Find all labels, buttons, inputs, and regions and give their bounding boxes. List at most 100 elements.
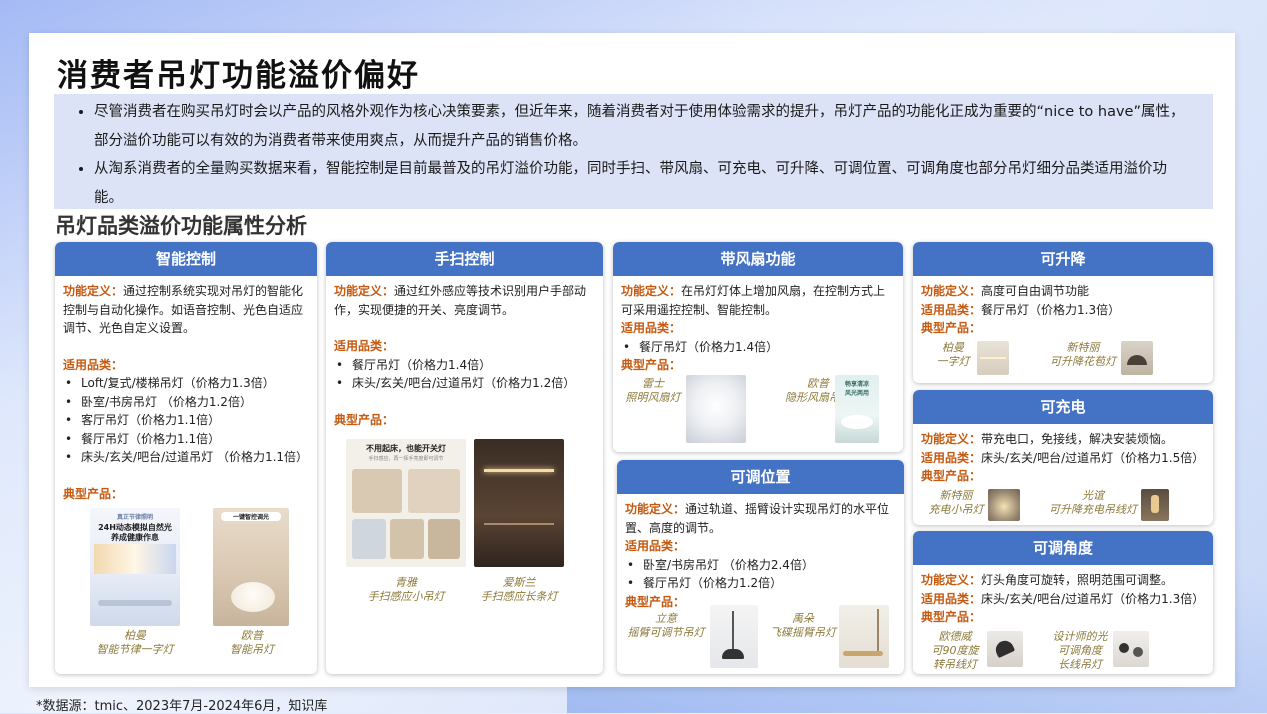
product-image (977, 341, 1009, 375)
product-caption: 立意 摇臂可调节吊灯 (627, 612, 705, 639)
card-body: 功能定义：带充电口，免接线，解决安装烦恼。 适用品类：床头/玄关/吧台/过道吊灯… (913, 424, 1213, 486)
card-title: 可调角度 (913, 531, 1213, 565)
category: 适用品类：床头/玄关/吧台/过道吊灯（价格力1.5倍） (921, 449, 1205, 468)
category-text: 床头/玄关/吧台/过道吊灯（价格力1.3倍） (981, 591, 1205, 606)
category-label: 适用品类： (625, 539, 686, 553)
definition: 功能定义：通过红外感应等技术识别用户手部动作，实现便捷的开关、亮度调节。 (334, 282, 595, 319)
definition: 功能定义：灯头角度可旋转，照明范围可调整。 (921, 571, 1205, 590)
section-subtitle: 吊灯品类溢价功能属性分析 (55, 214, 307, 238)
definition: 功能定义：通过控制系统实现对吊灯的智能化控制与自动化操作。如语音控制、光色自适应… (63, 282, 309, 338)
product-image (686, 375, 746, 443)
definition: 功能定义：高度可自由调节功能 (921, 282, 1205, 301)
definition: 功能定义：通过轨道、摇臂设计实现吊灯的水平位置、高度的调节。 (625, 500, 896, 537)
product-image (1113, 631, 1149, 667)
definition-label: 功能定义： (921, 284, 982, 298)
product-label: 典型产品： (921, 321, 982, 335)
card-smart-control: 智能控制 功能定义：通过控制系统实现对吊灯的智能化控制与自动化操作。如语音控制、… (55, 242, 317, 674)
category-label: 适用品类： (921, 450, 982, 465)
category-item: 床头/玄关/吧台/过道吊灯（价格力1.2倍） (334, 374, 595, 393)
data-source-note: *数据源：tmic、2023年7月-2024年6月，知识库 (36, 699, 328, 714)
category-list: 餐厅吊灯（价格力1.4倍） 床头/玄关/吧台/过道吊灯（价格力1.2倍） (334, 356, 595, 393)
definition-label: 功能定义： (921, 432, 982, 446)
product-caption: 设计师的光 可调角度 长线吊灯 (1052, 630, 1108, 671)
definition-text: 灯头角度可旋转，照明范围可调整。 (981, 573, 1174, 587)
product-caption: 欧普 智能吊灯 (230, 629, 274, 656)
card-title: 可调位置 (617, 460, 904, 494)
product-caption: 爱斯兰 手扫感应长条灯 (480, 576, 558, 603)
product-caption: 欧德威 可90度旋 转吊线灯 (931, 630, 979, 671)
product-image (839, 605, 889, 668)
definition-label: 功能定义： (625, 502, 686, 516)
card-body: 功能定义：通过红外感应等技术识别用户手部动作，实现便捷的开关、亮度调节。 适用品… (326, 276, 603, 429)
product-caption: 雷士 照明风扇灯 (625, 377, 681, 404)
product-label: 典型产品： (621, 358, 682, 372)
product-image (987, 631, 1023, 667)
definition-text: 带充电口，免接线，解决安装烦恼。 (981, 432, 1174, 446)
product-caption: 禹朵 飞碟摇臂吊灯 (770, 612, 836, 639)
card-hand-sweep-control: 手扫控制 功能定义：通过红外感应等技术识别用户手部动作，实现便捷的开关、亮度调节… (326, 242, 603, 674)
card-adjustable-position: 可调位置 功能定义：通过轨道、摇臂设计实现吊灯的水平位置、高度的调节。 适用品类… (617, 460, 904, 674)
category: 适用品类：餐厅吊灯（价格力1.3倍） (921, 301, 1205, 320)
product-image (988, 489, 1020, 521)
card-liftable: 可升降 功能定义：高度可自由调节功能 适用品类：餐厅吊灯（价格力1.3倍） 典型… (913, 242, 1213, 383)
category-label: 适用品类： (334, 339, 395, 353)
category-text: 床头/玄关/吧台/过道吊灯（价格力1.5倍） (981, 450, 1205, 465)
card-body: 功能定义：灯头角度可旋转，照明范围可调整。 适用品类：床头/玄关/吧台/过道吊灯… (913, 565, 1213, 627)
card-body: 功能定义：通过控制系统实现对吊灯的智能化控制与自动化操作。如语音控制、光色自适应… (55, 276, 317, 503)
product-image (710, 605, 758, 668)
card-fan-function: 带风扇功能 功能定义：在吊灯灯体上增加风扇，在控制方式上可采用遥控控制、智能控制… (613, 242, 903, 452)
product-image: 畅享清凉 风光两用 (835, 375, 879, 443)
category-label: 适用品类： (621, 321, 682, 335)
category: 适用品类：床头/玄关/吧台/过道吊灯（价格力1.3倍） (921, 590, 1205, 609)
category-item: 床头/玄关/吧台/过道吊灯 （价格力1.1倍） (63, 448, 309, 467)
summary-item: 从淘系消费者的全量购买数据来看，智能控制是目前最普及的吊灯溢价功能，同时手扫、带… (94, 155, 1193, 212)
category-list: 卧室/书房吊灯 （价格力2.4倍） 餐厅吊灯（价格力1.2倍） (625, 556, 896, 593)
card-title: 智能控制 (55, 242, 317, 276)
product-label: 典型产品： (921, 610, 982, 624)
summary-box: 尽管消费者在购买吊灯时会以产品的风格外观作为核心决策要素，但近年来，随着消费者对… (54, 94, 1213, 209)
card-title: 可充电 (913, 390, 1213, 424)
card-title: 带风扇功能 (613, 242, 903, 276)
summary-list: 尽管消费者在购买吊灯时会以产品的风格外观作为核心决策要素，但近年来，随着消费者对… (54, 94, 1213, 212)
category-item: 餐厅吊灯（价格力1.1倍） (63, 430, 309, 449)
card-title: 可升降 (913, 242, 1213, 276)
product-image: 一键智控调光 (213, 508, 289, 626)
definition: 功能定义：在吊灯灯体上增加风扇，在控制方式上可采用遥控控制、智能控制。 (621, 282, 895, 319)
definition-label: 功能定义： (921, 573, 982, 587)
category-text: 餐厅吊灯（价格力1.3倍） (981, 302, 1121, 317)
page-title: 消费者吊灯功能溢价偏好 (57, 58, 420, 94)
product-image: 真正节律照明 24H动态模拟自然光 养成健康作息 (90, 508, 180, 626)
category-item: 餐厅吊灯（价格力1.4倍） (334, 356, 595, 375)
category-item: 餐厅吊灯（价格力1.2倍） (625, 574, 896, 593)
definition-label: 功能定义： (334, 284, 395, 298)
definition: 功能定义：带充电口，免接线，解决安装烦恼。 (921, 430, 1205, 449)
definition-label: 功能定义： (63, 284, 124, 298)
category-label: 适用品类： (63, 357, 124, 372)
category-item: 餐厅吊灯（价格力1.4倍） (621, 338, 895, 357)
card-body: 功能定义：高度可自由调节功能 适用品类：餐厅吊灯（价格力1.3倍） 典型产品： (913, 276, 1213, 338)
card-body: 功能定义：在吊灯灯体上增加风扇，在控制方式上可采用遥控控制、智能控制。 适用品类… (613, 276, 903, 375)
category-item: 卧室/书房吊灯 （价格力2.4倍） (625, 556, 896, 575)
category-item: 卧室/书房吊灯 （价格力1.2倍） (63, 393, 309, 412)
product-caption: 新特丽 可升降花苞灯 (1050, 341, 1116, 368)
category-list: 餐厅吊灯（价格力1.4倍） (621, 338, 895, 357)
category-label: 适用品类： (921, 591, 982, 606)
category-list: Loft/复式/楼梯吊灯（价格力1.3倍） 卧室/书房吊灯 （价格力1.2倍） … (63, 374, 309, 467)
category-item: Loft/复式/楼梯吊灯（价格力1.3倍） (63, 374, 309, 393)
card-adjustable-angle: 可调角度 功能定义：灯头角度可旋转，照明范围可调整。 适用品类：床头/玄关/吧台… (913, 531, 1213, 674)
definition-text: 高度可自由调节功能 (981, 284, 1090, 298)
summary-item: 尽管消费者在购买吊灯时会以产品的风格外观作为核心决策要素，但近年来，随着消费者对… (94, 98, 1193, 155)
category-label: 适用品类： (921, 302, 982, 317)
card-body: 功能定义：通过轨道、摇臂设计实现吊灯的水平位置、高度的调节。 适用品类： 卧室/… (617, 494, 904, 611)
product-label: 典型产品： (334, 412, 395, 427)
card-rechargeable: 可充电 功能定义：带充电口，免接线，解决安装烦恼。 适用品类：床头/玄关/吧台/… (913, 390, 1213, 525)
product-image (474, 439, 564, 567)
product-caption: 新特丽 充电小吊灯 (928, 489, 984, 516)
product-caption: 柏曼 智能节律一字灯 (96, 629, 174, 656)
product-label: 典型产品： (921, 469, 982, 483)
category-item: 客厅吊灯（价格力1.1倍） (63, 411, 309, 430)
product-image (1141, 489, 1169, 521)
product-image: 不用起床，也能开关灯 手扫感应，再一挥手亮度即可调节 (346, 439, 466, 567)
definition-label: 功能定义： (621, 284, 682, 298)
product-label: 典型产品： (63, 486, 124, 501)
